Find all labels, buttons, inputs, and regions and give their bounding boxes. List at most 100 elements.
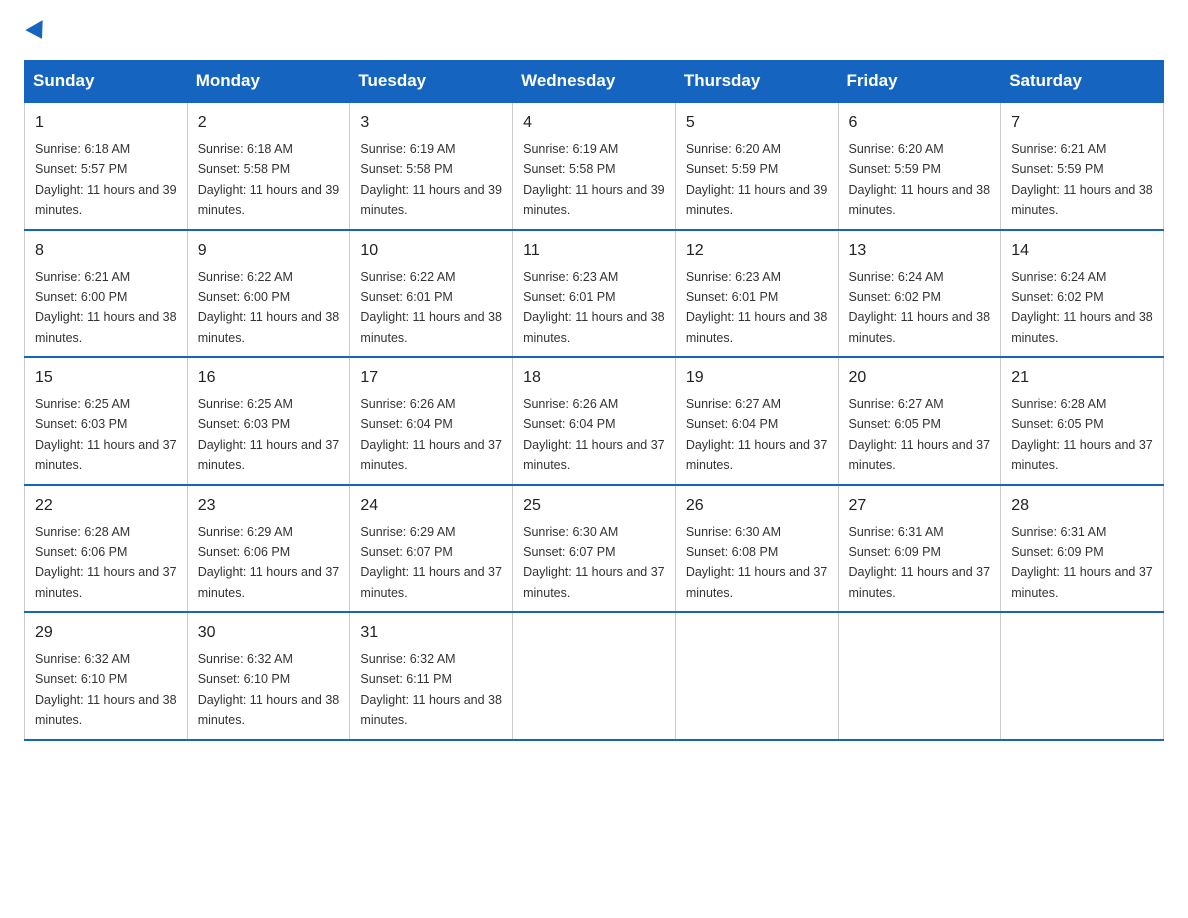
calendar-week-row: 15 Sunrise: 6:25 AMSunset: 6:03 PMDaylig… — [25, 357, 1164, 485]
day-number: 27 — [849, 494, 991, 518]
day-number: 8 — [35, 239, 177, 263]
calendar-cell: 31 Sunrise: 6:32 AMSunset: 6:11 PMDaylig… — [350, 612, 513, 740]
calendar-cell: 24 Sunrise: 6:29 AMSunset: 6:07 PMDaylig… — [350, 485, 513, 613]
calendar-cell: 28 Sunrise: 6:31 AMSunset: 6:09 PMDaylig… — [1001, 485, 1164, 613]
logo-triangle-icon — [25, 20, 50, 44]
day-info: Sunrise: 6:25 AMSunset: 6:03 PMDaylight:… — [35, 397, 177, 472]
day-info: Sunrise: 6:23 AMSunset: 6:01 PMDaylight:… — [686, 270, 828, 345]
day-info: Sunrise: 6:20 AMSunset: 5:59 PMDaylight:… — [686, 142, 828, 217]
calendar-week-row: 22 Sunrise: 6:28 AMSunset: 6:06 PMDaylig… — [25, 485, 1164, 613]
day-info: Sunrise: 6:25 AMSunset: 6:03 PMDaylight:… — [198, 397, 340, 472]
day-info: Sunrise: 6:29 AMSunset: 6:07 PMDaylight:… — [360, 525, 502, 600]
calendar-cell: 14 Sunrise: 6:24 AMSunset: 6:02 PMDaylig… — [1001, 230, 1164, 358]
calendar-header-row: SundayMondayTuesdayWednesdayThursdayFrid… — [25, 61, 1164, 103]
calendar-cell: 15 Sunrise: 6:25 AMSunset: 6:03 PMDaylig… — [25, 357, 188, 485]
day-info: Sunrise: 6:28 AMSunset: 6:05 PMDaylight:… — [1011, 397, 1153, 472]
day-info: Sunrise: 6:27 AMSunset: 6:05 PMDaylight:… — [849, 397, 991, 472]
day-number: 14 — [1011, 239, 1153, 263]
calendar-week-row: 8 Sunrise: 6:21 AMSunset: 6:00 PMDayligh… — [25, 230, 1164, 358]
day-number: 6 — [849, 111, 991, 135]
day-number: 20 — [849, 366, 991, 390]
day-info: Sunrise: 6:31 AMSunset: 6:09 PMDaylight:… — [1011, 525, 1153, 600]
day-number: 17 — [360, 366, 502, 390]
day-info: Sunrise: 6:29 AMSunset: 6:06 PMDaylight:… — [198, 525, 340, 600]
day-number: 22 — [35, 494, 177, 518]
calendar-cell: 7 Sunrise: 6:21 AMSunset: 5:59 PMDayligh… — [1001, 102, 1164, 230]
weekday-header-wednesday: Wednesday — [513, 61, 676, 103]
calendar-cell: 20 Sunrise: 6:27 AMSunset: 6:05 PMDaylig… — [838, 357, 1001, 485]
weekday-header-friday: Friday — [838, 61, 1001, 103]
day-number: 29 — [35, 621, 177, 645]
calendar-cell: 30 Sunrise: 6:32 AMSunset: 6:10 PMDaylig… — [187, 612, 350, 740]
day-number: 26 — [686, 494, 828, 518]
day-number: 23 — [198, 494, 340, 518]
calendar-cell: 6 Sunrise: 6:20 AMSunset: 5:59 PMDayligh… — [838, 102, 1001, 230]
day-number: 9 — [198, 239, 340, 263]
calendar-cell — [1001, 612, 1164, 740]
day-number: 19 — [686, 366, 828, 390]
day-number: 24 — [360, 494, 502, 518]
day-number: 12 — [686, 239, 828, 263]
weekday-header-saturday: Saturday — [1001, 61, 1164, 103]
day-info: Sunrise: 6:21 AMSunset: 5:59 PMDaylight:… — [1011, 142, 1153, 217]
weekday-header-thursday: Thursday — [675, 61, 838, 103]
day-info: Sunrise: 6:23 AMSunset: 6:01 PMDaylight:… — [523, 270, 665, 345]
day-info: Sunrise: 6:32 AMSunset: 6:10 PMDaylight:… — [198, 652, 340, 727]
day-number: 13 — [849, 239, 991, 263]
calendar-cell: 5 Sunrise: 6:20 AMSunset: 5:59 PMDayligh… — [675, 102, 838, 230]
day-info: Sunrise: 6:18 AMSunset: 5:58 PMDaylight:… — [198, 142, 340, 217]
day-info: Sunrise: 6:19 AMSunset: 5:58 PMDaylight:… — [360, 142, 502, 217]
calendar-cell: 13 Sunrise: 6:24 AMSunset: 6:02 PMDaylig… — [838, 230, 1001, 358]
day-info: Sunrise: 6:22 AMSunset: 6:01 PMDaylight:… — [360, 270, 502, 345]
calendar-cell: 22 Sunrise: 6:28 AMSunset: 6:06 PMDaylig… — [25, 485, 188, 613]
day-info: Sunrise: 6:20 AMSunset: 5:59 PMDaylight:… — [849, 142, 991, 217]
calendar-cell: 18 Sunrise: 6:26 AMSunset: 6:04 PMDaylig… — [513, 357, 676, 485]
day-number: 1 — [35, 111, 177, 135]
calendar-cell: 23 Sunrise: 6:29 AMSunset: 6:06 PMDaylig… — [187, 485, 350, 613]
day-number: 2 — [198, 111, 340, 135]
day-number: 31 — [360, 621, 502, 645]
day-info: Sunrise: 6:30 AMSunset: 6:07 PMDaylight:… — [523, 525, 665, 600]
day-number: 7 — [1011, 111, 1153, 135]
logo — [24, 24, 48, 40]
day-number: 28 — [1011, 494, 1153, 518]
day-info: Sunrise: 6:26 AMSunset: 6:04 PMDaylight:… — [360, 397, 502, 472]
calendar-cell: 3 Sunrise: 6:19 AMSunset: 5:58 PMDayligh… — [350, 102, 513, 230]
day-number: 30 — [198, 621, 340, 645]
calendar-cell: 16 Sunrise: 6:25 AMSunset: 6:03 PMDaylig… — [187, 357, 350, 485]
calendar-cell: 10 Sunrise: 6:22 AMSunset: 6:01 PMDaylig… — [350, 230, 513, 358]
calendar-cell — [838, 612, 1001, 740]
day-number: 5 — [686, 111, 828, 135]
calendar-week-row: 1 Sunrise: 6:18 AMSunset: 5:57 PMDayligh… — [25, 102, 1164, 230]
calendar-cell: 17 Sunrise: 6:26 AMSunset: 6:04 PMDaylig… — [350, 357, 513, 485]
day-info: Sunrise: 6:21 AMSunset: 6:00 PMDaylight:… — [35, 270, 177, 345]
calendar-cell: 27 Sunrise: 6:31 AMSunset: 6:09 PMDaylig… — [838, 485, 1001, 613]
calendar-cell: 21 Sunrise: 6:28 AMSunset: 6:05 PMDaylig… — [1001, 357, 1164, 485]
calendar-cell: 25 Sunrise: 6:30 AMSunset: 6:07 PMDaylig… — [513, 485, 676, 613]
calendar-cell: 19 Sunrise: 6:27 AMSunset: 6:04 PMDaylig… — [675, 357, 838, 485]
calendar-cell: 8 Sunrise: 6:21 AMSunset: 6:00 PMDayligh… — [25, 230, 188, 358]
day-info: Sunrise: 6:28 AMSunset: 6:06 PMDaylight:… — [35, 525, 177, 600]
day-number: 4 — [523, 111, 665, 135]
day-info: Sunrise: 6:27 AMSunset: 6:04 PMDaylight:… — [686, 397, 828, 472]
day-info: Sunrise: 6:32 AMSunset: 6:10 PMDaylight:… — [35, 652, 177, 727]
day-info: Sunrise: 6:32 AMSunset: 6:11 PMDaylight:… — [360, 652, 502, 727]
calendar-cell: 9 Sunrise: 6:22 AMSunset: 6:00 PMDayligh… — [187, 230, 350, 358]
day-number: 18 — [523, 366, 665, 390]
calendar-cell — [675, 612, 838, 740]
calendar-week-row: 29 Sunrise: 6:32 AMSunset: 6:10 PMDaylig… — [25, 612, 1164, 740]
day-number: 25 — [523, 494, 665, 518]
day-info: Sunrise: 6:18 AMSunset: 5:57 PMDaylight:… — [35, 142, 177, 217]
weekday-header-sunday: Sunday — [25, 61, 188, 103]
day-number: 10 — [360, 239, 502, 263]
calendar-cell: 2 Sunrise: 6:18 AMSunset: 5:58 PMDayligh… — [187, 102, 350, 230]
day-info: Sunrise: 6:24 AMSunset: 6:02 PMDaylight:… — [849, 270, 991, 345]
weekday-header-monday: Monday — [187, 61, 350, 103]
day-info: Sunrise: 6:31 AMSunset: 6:09 PMDaylight:… — [849, 525, 991, 600]
day-number: 21 — [1011, 366, 1153, 390]
day-info: Sunrise: 6:30 AMSunset: 6:08 PMDaylight:… — [686, 525, 828, 600]
calendar-cell: 29 Sunrise: 6:32 AMSunset: 6:10 PMDaylig… — [25, 612, 188, 740]
day-number: 11 — [523, 239, 665, 263]
day-info: Sunrise: 6:19 AMSunset: 5:58 PMDaylight:… — [523, 142, 665, 217]
calendar-cell: 12 Sunrise: 6:23 AMSunset: 6:01 PMDaylig… — [675, 230, 838, 358]
